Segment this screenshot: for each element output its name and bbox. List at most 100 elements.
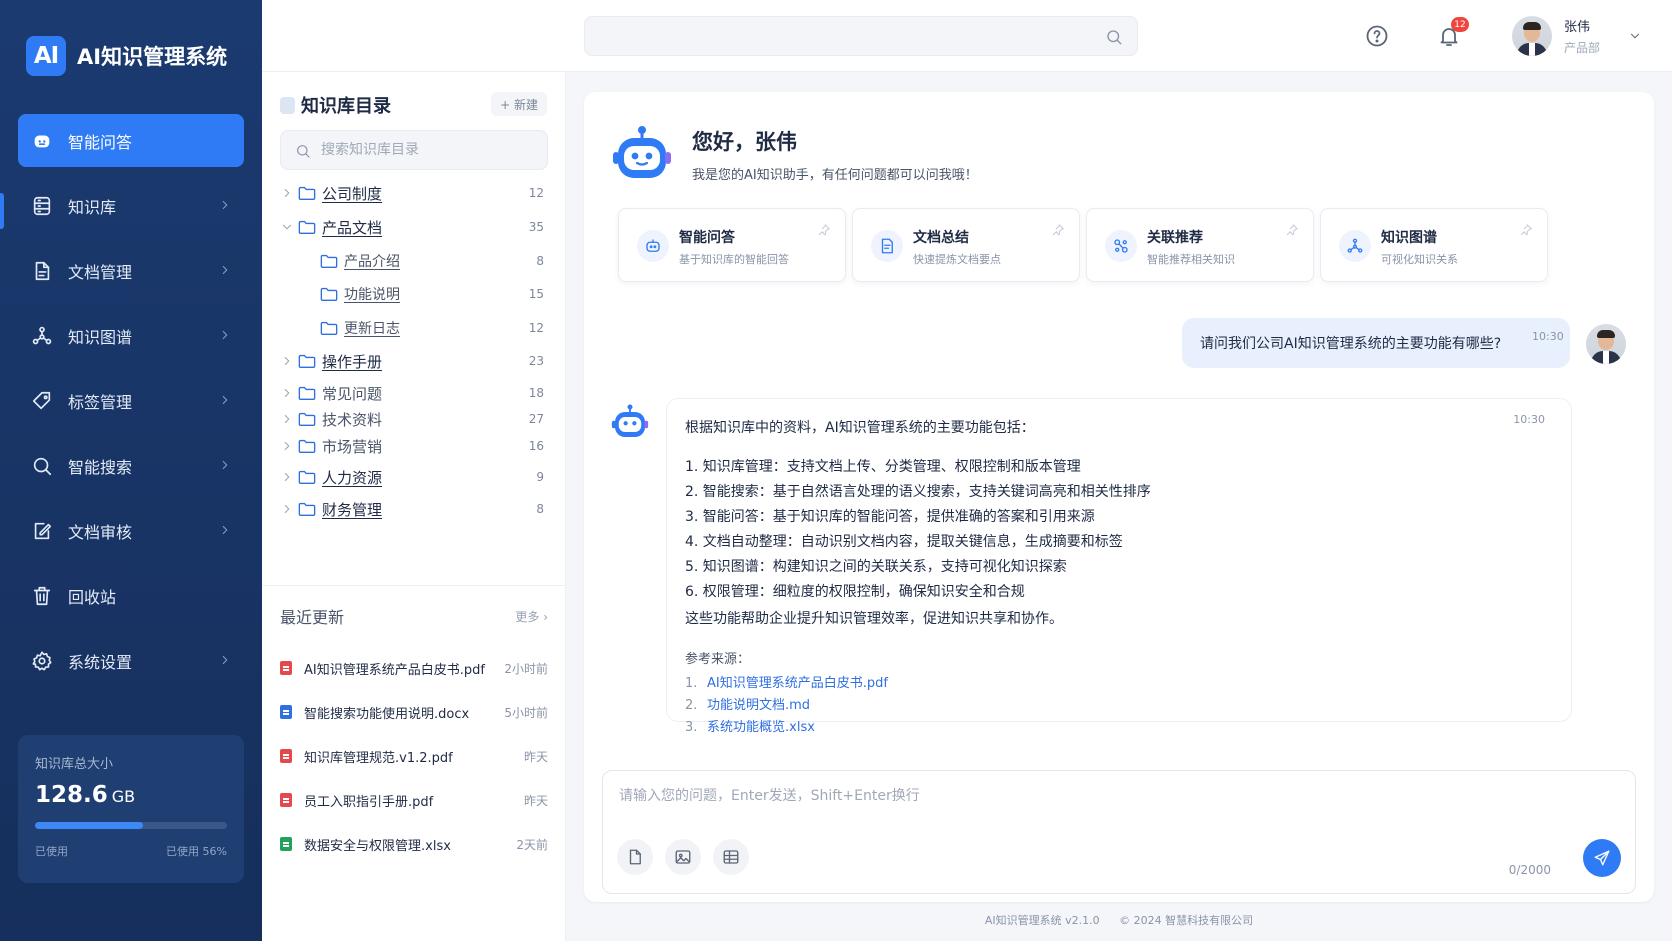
reference-number: 3. xyxy=(685,720,698,735)
pin-icon[interactable] xyxy=(817,223,831,237)
reference-list: 1. AI知识管理系统产品白皮书.pdf 2. 功能说明文档.md 3. 系统功能概览… xyxy=(685,673,1553,739)
recent-more-link[interactable]: 更多 › xyxy=(515,608,548,625)
recent-file[interactable]: AI知识管理系统产品白皮书.pdf 2小时前 xyxy=(280,646,548,690)
folder-icon xyxy=(298,439,316,453)
user-question-bubble: 请问我们公司AI知识管理系统的主要功能有哪些? xyxy=(1182,318,1570,368)
gear-icon xyxy=(30,649,54,673)
tree-item-label: 技术资料 xyxy=(322,410,383,429)
tree-item[interactable]: 产品文档 35 xyxy=(280,214,548,240)
pin-icon[interactable] xyxy=(1051,223,1065,237)
graph-icon xyxy=(1339,230,1371,262)
attach-file-button[interactable] xyxy=(617,839,653,875)
chevron-down-icon[interactable] xyxy=(280,220,294,234)
card-doc-summary[interactable]: 文档总结 快速提炼文档要点 xyxy=(852,208,1080,282)
recent-file[interactable]: 数据安全与权限管理.xlsx 2天前 xyxy=(280,822,548,866)
assistant-answer-bubble: 10:30 根据知识库中的资料，AI知识管理系统的主要功能包括： 1. 知识库管… xyxy=(666,398,1572,735)
sidebar-item-documents[interactable]: 文档管理 xyxy=(18,244,244,297)
chat-panel: 您好，张伟 我是您的AI知识助手，有任何问题都可以问我哦！ 智能问答 基于知识库… xyxy=(584,92,1654,902)
answer-list: 1. 知识库管理：支持文档上传、分类管理、权限控制和版本管理 2. 智能搜索：基… xyxy=(685,455,1553,605)
chevron-right-icon xyxy=(222,395,228,405)
sidebar-item-knowledge-graph[interactable]: 知识图谱 xyxy=(18,309,244,362)
reference-link[interactable]: 1. AI知识管理系统产品白皮书.pdf xyxy=(685,673,1553,695)
card-knowledge-graph[interactable]: 知识图谱 可视化知识关系 xyxy=(1320,208,1548,282)
sidebar-item-tags[interactable]: 标签管理 xyxy=(18,374,244,427)
recent-file[interactable]: 智能搜索功能使用说明.docx 5小时前 xyxy=(280,690,548,734)
tree-item[interactable]: 人力资源 9 xyxy=(280,464,548,490)
card-title: 关联推荐 xyxy=(1147,230,1203,246)
global-search xyxy=(584,16,1138,56)
search-icon[interactable] xyxy=(1105,28,1123,46)
answer-item: 6. 权限管理：细粒度的权限控制，确保知识安全和合规 xyxy=(685,584,1025,600)
char-counter: 0/2000 xyxy=(1508,863,1551,877)
card-related[interactable]: 关联推荐 智能推荐相关知识 xyxy=(1086,208,1314,282)
recent-header: 最近更新 更多 › xyxy=(280,586,548,646)
tree-item[interactable]: 更新日志 12 xyxy=(280,315,548,341)
global-search-input[interactable] xyxy=(585,17,1137,55)
card-smart-qa[interactable]: 智能问答 基于知识库的智能回答 xyxy=(618,208,846,282)
reference-link[interactable]: 3. 系统功能概览.xlsx xyxy=(685,717,1553,739)
tree-item-count: 27 xyxy=(528,412,544,426)
sidebar-item-settings[interactable]: 系统设置 xyxy=(18,634,244,687)
sidebar-item-qa[interactable]: 智能问答 xyxy=(18,114,244,167)
chevron-right-icon[interactable] xyxy=(280,502,294,516)
send-button[interactable] xyxy=(1583,839,1621,877)
pin-icon[interactable] xyxy=(1285,223,1299,237)
recent-file[interactable]: 员工入职指引手册.pdf 昨天 xyxy=(280,778,548,822)
sidebar-item-label: 系统设置 xyxy=(68,652,133,672)
sidebar-item-label: 智能问答 xyxy=(68,132,133,152)
sidebar-item-label: 回收站 xyxy=(68,587,117,607)
file-icon xyxy=(280,661,292,675)
tag-icon xyxy=(30,389,54,413)
tree-item[interactable]: 产品介绍 8 xyxy=(280,248,548,274)
tree-item[interactable]: 操作手册 23 xyxy=(280,348,548,374)
chevron-right-icon[interactable] xyxy=(280,354,294,368)
tree-item-count: 35 xyxy=(528,220,544,234)
new-folder-button[interactable]: + 新建 xyxy=(491,92,547,116)
help-icon[interactable] xyxy=(1365,24,1389,48)
pin-icon[interactable] xyxy=(1519,223,1533,237)
recent-file[interactable]: 知识库管理规范.v1.2.pdf 昨天 xyxy=(280,734,548,778)
tree-item[interactable]: 公司制度 12 xyxy=(280,180,548,206)
chevron-right-icon[interactable] xyxy=(280,439,294,453)
sidebar-item-knowledge-base[interactable]: 知识库 xyxy=(18,179,244,232)
sidebar-item-review[interactable]: 文档审核 xyxy=(18,504,244,557)
answer-intro: 根据知识库中的资料，AI知识管理系统的主要功能包括： xyxy=(685,420,1035,436)
user-menu[interactable]: 张伟 产品部 xyxy=(1512,16,1642,56)
reference-link[interactable]: 2. 功能说明文档.md xyxy=(685,695,1553,717)
chevron-right-icon xyxy=(222,460,228,470)
sidebar-item-label: 文档管理 xyxy=(68,262,133,282)
message-input[interactable] xyxy=(603,771,1635,841)
sidebar-item-search[interactable]: 智能搜索 xyxy=(18,439,244,492)
chevron-right-icon[interactable] xyxy=(280,412,294,426)
tree-item[interactable]: 技术资料 27 xyxy=(280,406,548,432)
tree-item-label: 公司制度 xyxy=(322,184,383,203)
chevron-right-icon[interactable] xyxy=(280,386,294,400)
storage-card: 知识库总大小 128.6 GB 已使用 已使用 56% xyxy=(18,735,244,883)
chevron-right-icon[interactable] xyxy=(280,186,294,200)
sidebar-item-recycle-bin[interactable]: 回收站 xyxy=(18,569,244,622)
card-subtitle: 快速提炼文档要点 xyxy=(913,253,1001,266)
trash-icon xyxy=(30,584,54,608)
reference-name: AI知识管理系统产品白皮书.pdf xyxy=(707,676,888,691)
chevron-right-icon[interactable] xyxy=(280,470,294,484)
attach-table-button[interactable] xyxy=(713,839,749,875)
recent-updates: 最近更新 更多 › AI知识管理系统产品白皮书.pdf 2小时前 智能搜索功能使用说… xyxy=(262,585,566,866)
tree-header: 知识库目录 + 新建 xyxy=(280,92,547,118)
recent-file-time: 5小时前 xyxy=(504,705,548,720)
tree-search-input[interactable] xyxy=(281,131,547,169)
attach-image-button[interactable] xyxy=(665,839,701,875)
tree-item[interactable]: 财务管理 8 xyxy=(280,496,548,522)
tree-item[interactable]: 功能说明 15 xyxy=(280,281,548,307)
answer-item: 4. 文档自动整理：自动识别文档内容，提取关键信息，生成摘要和标签 xyxy=(685,534,1123,550)
chevron-right-icon xyxy=(222,655,228,665)
sidebar-item-label: 知识库 xyxy=(68,197,117,217)
tree-item[interactable]: 市场营销 16 xyxy=(280,433,548,459)
file-icon xyxy=(280,837,292,851)
folder-icon xyxy=(298,470,316,484)
reference-title: 参考来源： xyxy=(685,652,751,667)
tree-item[interactable]: 常见问题 18 xyxy=(280,380,548,406)
chevron-down-icon[interactable] xyxy=(1628,29,1642,43)
storage-unit: GB xyxy=(111,787,136,806)
folder-icon xyxy=(320,287,338,301)
tree-item-label: 产品文档 xyxy=(322,218,383,237)
